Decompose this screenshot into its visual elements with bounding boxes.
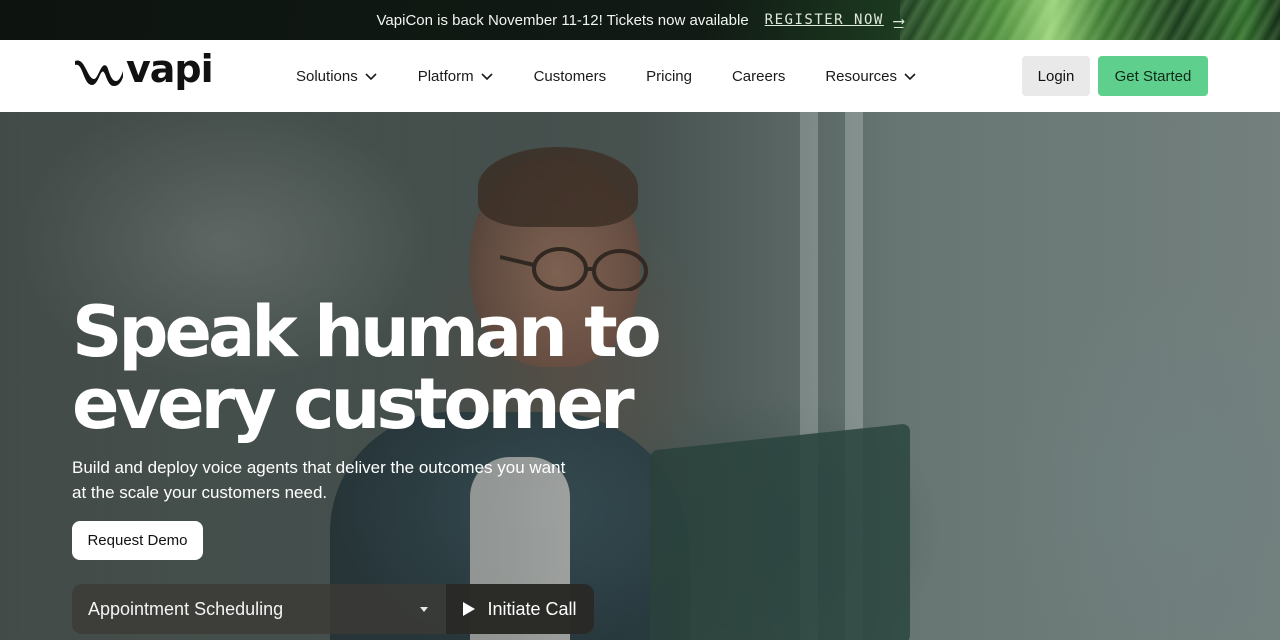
use-case-select-value: Appointment Scheduling <box>88 598 284 619</box>
caret-down-icon <box>420 606 428 612</box>
chevron-down-icon <box>365 73 377 81</box>
register-now-link[interactable]: REGISTER NOW ⟶ <box>765 11 904 30</box>
request-demo-button[interactable]: Request Demo <box>72 521 203 560</box>
login-button[interactable]: Login <box>1022 56 1090 96</box>
hero-title: Speak human to every customer <box>72 296 692 440</box>
hero-section: Speak human to every customer Build and … <box>0 112 1280 640</box>
vapi-logo[interactable]: vapi <box>74 50 214 88</box>
play-icon <box>463 602 476 616</box>
chevron-down-icon <box>481 73 493 81</box>
hero-subtitle: Build and deploy voice agents that deliv… <box>72 458 566 502</box>
call-widget: Appointment Scheduling Initiate Call <box>72 584 594 634</box>
nav-item-customers[interactable]: Customers <box>534 68 607 85</box>
vapi-logo-wordmark: vapi <box>126 47 214 91</box>
hero-title-line2: every customer <box>72 363 635 445</box>
initiate-call-label: Initiate Call <box>487 598 577 619</box>
nav-item-careers[interactable]: Careers <box>732 68 785 85</box>
chevron-down-icon <box>904 73 916 81</box>
nav-item-platform[interactable]: Platform <box>418 68 494 85</box>
register-now-label: REGISTER NOW <box>764 12 884 28</box>
nav-item-solutions[interactable]: Solutions <box>296 68 378 85</box>
vapi-logo-mark-icon <box>75 60 123 86</box>
nav-item-label: Platform <box>417 67 474 85</box>
hero-title-line1: Speak human to <box>72 291 662 373</box>
get-started-button[interactable]: Get Started <box>1098 56 1208 96</box>
initiate-call-button[interactable]: Initiate Call <box>446 584 594 634</box>
main-menu: Solutions Platform Customers Pricing Car… <box>296 40 957 112</box>
nav-item-resources[interactable]: Resources <box>825 68 917 85</box>
announcement-bar: VapiCon is back November 11-12! Tickets … <box>0 0 1280 40</box>
nav-item-label: Resources <box>825 67 898 85</box>
nav-item-label: Careers <box>731 67 786 85</box>
nav-item-label: Pricing <box>646 67 692 85</box>
announcement-text: VapiCon is back November 11-12! Tickets … <box>376 11 749 29</box>
nav-item-pricing[interactable]: Pricing <box>646 68 692 85</box>
arrow-right-icon: ⟶ <box>893 10 904 30</box>
nav-item-label: Solutions <box>296 67 358 85</box>
use-case-select[interactable]: Appointment Scheduling <box>72 584 446 634</box>
nav-item-label: Customers <box>533 67 607 85</box>
